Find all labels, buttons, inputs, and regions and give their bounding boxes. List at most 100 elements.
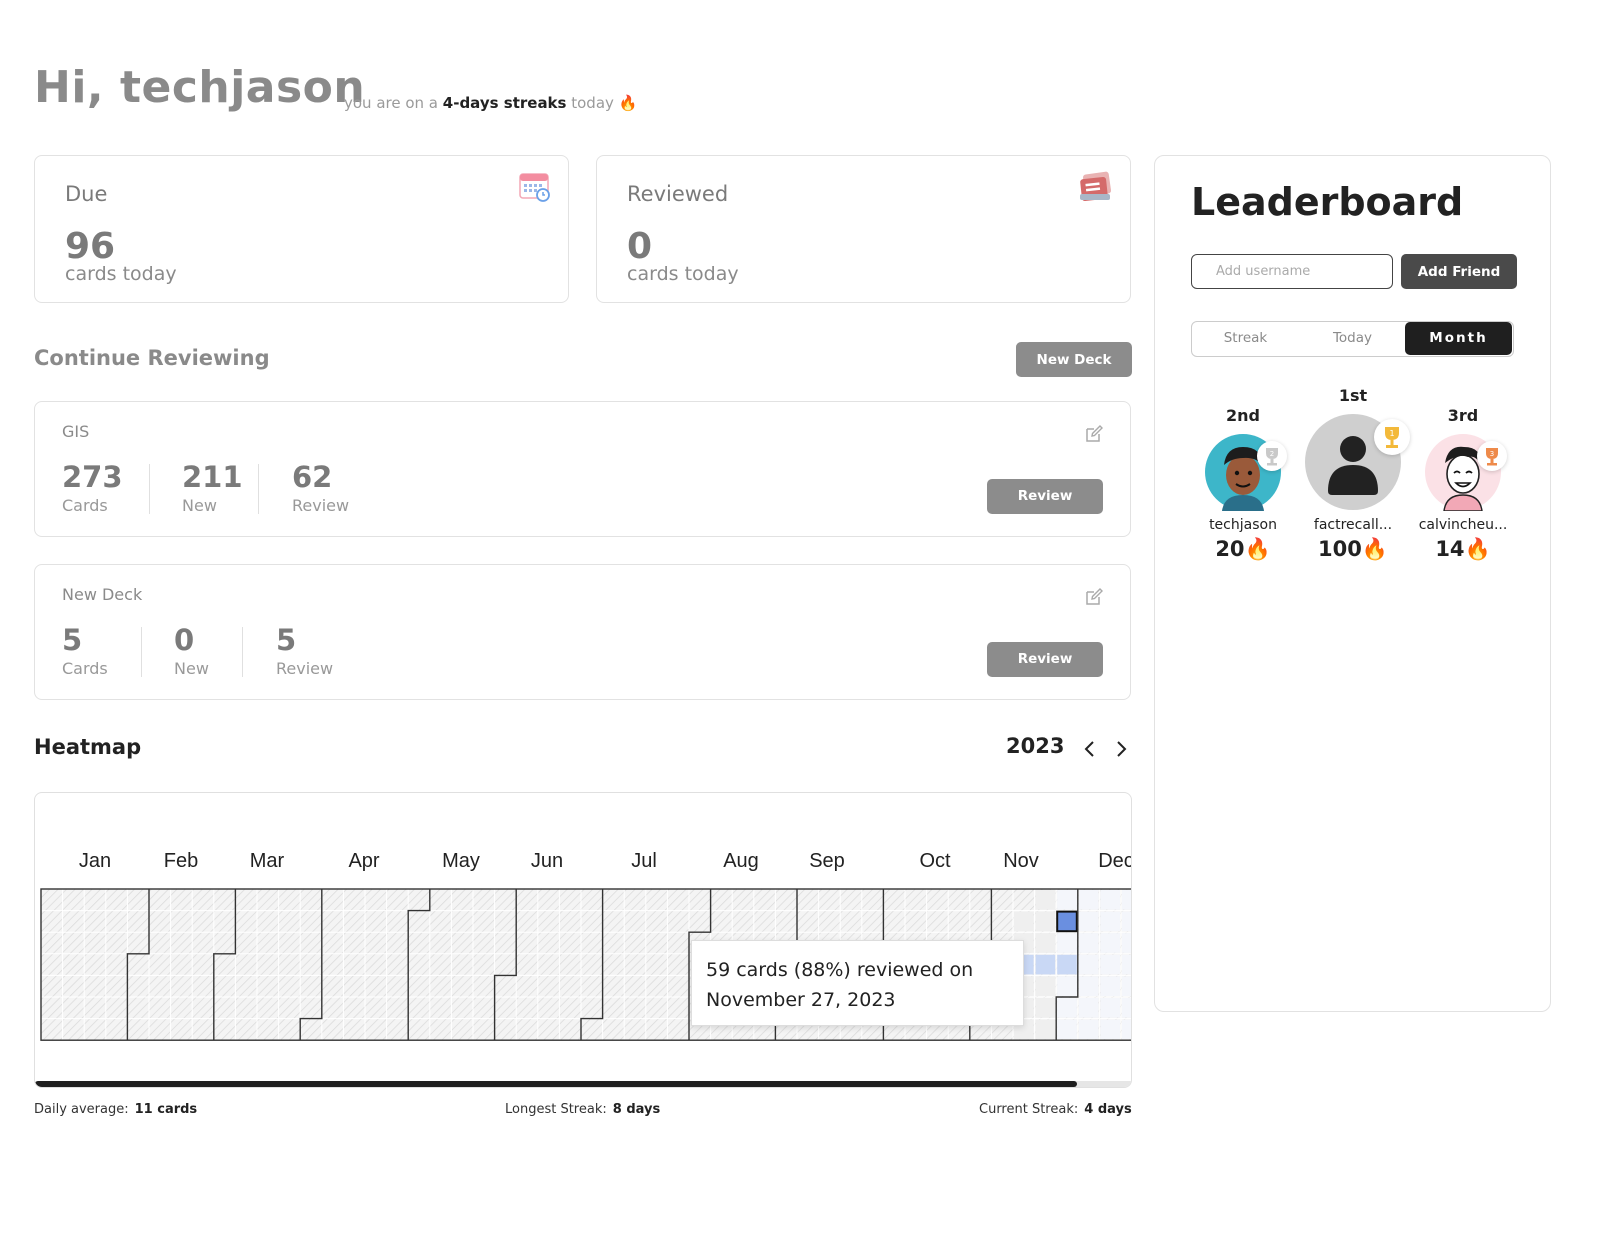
deck-review-value: 5 [276,623,297,657]
svg-text:2: 2 [1270,450,1274,458]
heatmap-grid[interactable]: Jan Feb Mar Apr May Jun Jul Aug Sep Oct Nov Dec [35,793,1132,1083]
deck-review-label: Review [292,496,350,515]
reviewed-card: Reviewed 0 cards today [596,155,1131,303]
daily-average: Daily average: 11 cards [34,1102,197,1117]
heatmap-day-cell[interactable] [1057,1019,1077,1040]
heatmap-day-cell[interactable] [1122,954,1132,975]
deck-cards-value: 5 [62,623,83,657]
username: factrecall... [1313,517,1393,533]
heatmap-scrollbar-thumb[interactable] [35,1081,1077,1087]
heatmap-day-cell[interactable] [1100,933,1120,953]
heatmap-day-cell[interactable] [1122,911,1132,932]
heatmap-day-cell[interactable] [1100,998,1120,1018]
month-label-jul: Jul [631,850,657,872]
month-label-oct: Oct [919,850,951,872]
edit-icon[interactable] [1084,587,1104,611]
new-deck-button[interactable]: New Deck [1016,342,1132,377]
heatmap-title: Heatmap [34,735,142,759]
heatmap-day-cell[interactable] [1057,998,1077,1018]
tab-month[interactable]: Month [1405,322,1512,355]
heatmap-day-cell[interactable] [1100,976,1120,996]
rank-label: 1st [1338,386,1368,405]
month-label-mar: Mar [250,850,285,872]
current-streak: Current Streak: 4 days [979,1102,1132,1117]
fire-icon: 🔥 [618,94,638,112]
deck-card-new-deck[interactable]: New Deck 5 Cards 0 New 5 Review Review [34,564,1131,700]
divider [141,627,142,677]
heatmap-day-cell[interactable] [1035,933,1056,953]
heatmap-day-cell[interactable] [1078,976,1099,996]
month-label-jun: Jun [531,850,563,872]
heatmap-day-cell[interactable] [1078,911,1099,932]
heatmap-day-cell[interactable] [1078,998,1099,1018]
heatmap-day-cell[interactable] [1014,911,1034,932]
heatmap-day-cell[interactable] [1078,890,1099,910]
reviewed-label: Reviewed [627,182,729,206]
continue-reviewing-title: Continue Reviewing [34,346,270,370]
avatar: 2 [1204,433,1287,511]
leaderboard-title: Leaderboard [1191,180,1464,224]
due-sub: cards today [65,263,177,285]
edit-icon[interactable] [1084,424,1104,448]
tab-streak[interactable]: Streak [1192,322,1299,355]
heatmap-day-cell[interactable] [1122,998,1132,1018]
heatmap-day-cell[interactable] [1035,976,1056,996]
heatmap-day-cell[interactable] [1057,890,1077,910]
heatmap-day-cell[interactable] [1035,954,1056,975]
heatmap-day-cell[interactable] [1078,954,1099,975]
deck-cards-stat: 273 Cards [62,460,123,515]
username: calvincheu... [1418,517,1508,533]
heatmap-day-cell[interactable] [1100,911,1120,932]
heatmap-day-cell[interactable] [1035,890,1056,910]
month-label-may: May [442,850,480,872]
deck-new-value: 0 [174,623,195,657]
month-label-apr: Apr [348,850,379,872]
heatmap-day-cell[interactable] [1100,954,1120,975]
podium-first[interactable]: 1st 1 factrecall... 100🔥 [1298,386,1410,562]
heatmap-day-cell[interactable] [1078,933,1099,953]
heatmap-day-cell[interactable] [1122,1019,1132,1040]
heatmap-day-cell[interactable] [1122,890,1132,910]
add-friend-button[interactable]: Add Friend [1401,254,1517,289]
streak-suffix: today [571,94,614,112]
heatmap-day-cell[interactable] [1057,933,1077,953]
add-username-input[interactable] [1191,254,1393,289]
podium-second[interactable]: 2nd 2 techjason 20🔥 [1193,406,1293,562]
divider [242,627,243,677]
heatmap-day-cell[interactable] [1035,998,1056,1018]
deck-cards-label: Cards [62,496,108,515]
heatmap-day-cell[interactable] [1078,1019,1099,1040]
chevron-right-icon[interactable] [1112,738,1130,760]
deck-card-gis[interactable]: GIS 273 Cards 211 New 62 Review Review [34,401,1131,537]
heatmap-selected-day-cell[interactable] [1056,910,1078,933]
tab-today[interactable]: Today [1299,322,1406,355]
deck-new-stat: 211 New [182,460,243,515]
score: 14🔥 [1435,537,1491,561]
rank-label: 3rd [1447,406,1479,425]
heatmap-day-cell[interactable] [1100,1019,1120,1040]
month-label-feb: Feb [164,850,198,872]
heatmap-day-cell[interactable] [1057,976,1077,996]
reviewed-value: 0 [627,226,653,267]
longest-streak-value: 8 days [612,1102,661,1117]
chevron-left-icon[interactable] [1081,738,1099,760]
leaderboard-panel: Leaderboard Add Friend Streak Today Mont… [1154,155,1551,1012]
heatmap-day-cell[interactable] [1122,976,1132,996]
heatmap-day-cell[interactable] [1100,890,1120,910]
heatmap-day-cell[interactable] [1057,954,1077,975]
heatmap-day-cell[interactable] [1035,911,1056,932]
streak-highlight: 4-days streaks [442,94,567,112]
heatmap-year: 2023 [1006,734,1065,758]
leaderboard-period-tabs: Streak Today Month [1191,321,1514,357]
due-value: 96 [65,226,116,267]
streak-prefix: you are on a [344,94,438,112]
deck-cards-value: 273 [62,460,123,494]
month-label-aug: Aug [723,850,759,872]
heatmap-day-cell[interactable] [1122,933,1132,953]
review-button[interactable]: Review [987,479,1103,514]
podium-third[interactable]: 3rd 3 calvincheu... 14🔥 [1413,406,1513,562]
month-label-nov: Nov [1003,850,1039,872]
heatmap-day-cell[interactable] [1035,1019,1056,1040]
heatmap-scrollbar[interactable] [35,1081,1131,1087]
review-button[interactable]: Review [987,642,1103,677]
